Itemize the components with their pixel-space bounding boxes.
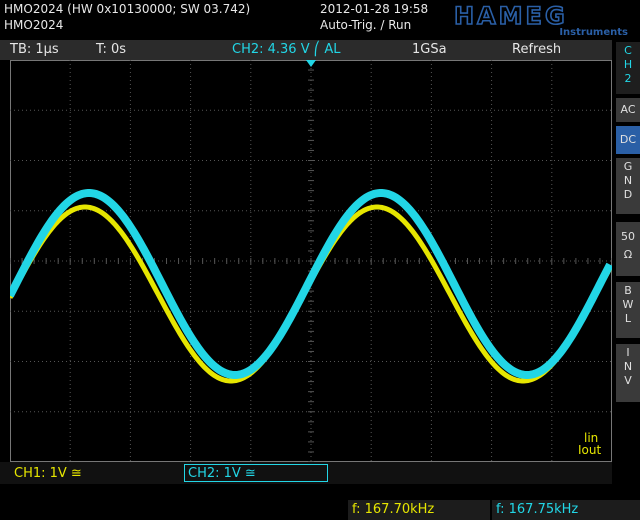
- coupling-ac-button[interactable]: AC: [616, 98, 640, 122]
- instrument-title: HMO2024 (HW 0x10130000; SW 03.742): [4, 2, 251, 16]
- graticule: [10, 60, 612, 462]
- ch2-scale-label[interactable]: CH2: 1V ≅: [188, 466, 256, 481]
- timebase-readout[interactable]: TB: 1µs: [10, 42, 59, 58]
- logo-sub-text: Instruments: [559, 27, 628, 36]
- trigger-time-readout[interactable]: T: 0s: [96, 42, 126, 58]
- ch2-frequency-readout: f: 167.75kHz: [492, 500, 640, 520]
- sample-rate-readout: 1GSa: [412, 42, 447, 57]
- trigger-mode: Auto-Trig. / Run: [320, 18, 412, 32]
- datetime: 2012-01-28 19:58: [320, 2, 429, 16]
- ch1-frequency-readout: f: 167.70kHz: [348, 500, 490, 520]
- coupling-dc-button[interactable]: DC: [616, 126, 640, 154]
- invert-button[interactable]: INV: [616, 344, 640, 402]
- scope-display[interactable]: 2 lin Iout: [10, 60, 612, 462]
- acquisition-mode-readout[interactable]: Refresh: [512, 42, 561, 58]
- trigger-info-readout[interactable]: CH2: 4.36 V ⎛ AL: [232, 42, 341, 58]
- impedance-50-button[interactable]: 50 Ω: [616, 222, 640, 276]
- gnd-button[interactable]: GND: [616, 158, 640, 214]
- ch1-scale-label[interactable]: CH1: 1V ≅: [14, 466, 82, 481]
- side-menu-channel: CH2: [616, 42, 640, 94]
- logo-brand-text: HAMEG: [454, 2, 568, 30]
- instrument-model: HMO2024: [4, 18, 64, 32]
- ch1-waveform: [10, 204, 612, 384]
- iout-label: Iout: [578, 443, 601, 457]
- trigger-position-marker[interactable]: [306, 60, 316, 67]
- bwl-button[interactable]: BWL: [616, 282, 640, 338]
- hameg-logo: HAMEG Instruments: [452, 1, 632, 38]
